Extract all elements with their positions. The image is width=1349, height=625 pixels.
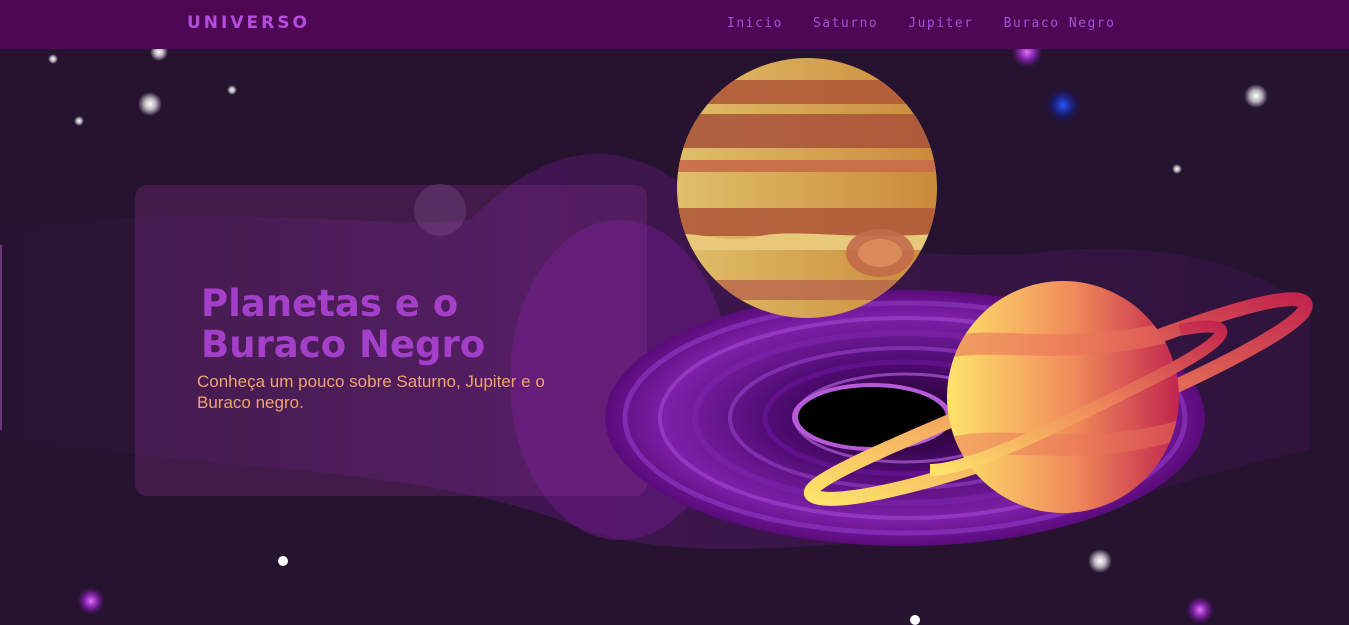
nav-link-inicio[interactable]: Inicio	[727, 16, 783, 31]
hero-subtitle: Conheça um pouco sobre Saturno, Jupiter …	[197, 372, 545, 412]
brand-logo[interactable]: UNIVERSO	[187, 13, 310, 33]
hero-title-line1: Planetas e o	[201, 282, 459, 325]
hero-title-line2: Buraco Negro	[201, 323, 486, 366]
nav-link-jupiter[interactable]: Jupiter	[908, 16, 973, 31]
nav-links: Inicio Saturno Jupiter Buraco Negro	[727, 16, 1145, 31]
navbar: UNIVERSO Inicio Saturno Jupiter Buraco N…	[0, 0, 1349, 49]
nav-link-buraco-negro[interactable]: Buraco Negro	[1004, 16, 1116, 31]
nav-link-saturno[interactable]: Saturno	[813, 16, 878, 31]
hero-title: Planetas e o Buraco Negro	[201, 283, 581, 365]
page: Planetas e o Buraco Negro Conheça um pou…	[0, 0, 1349, 625]
